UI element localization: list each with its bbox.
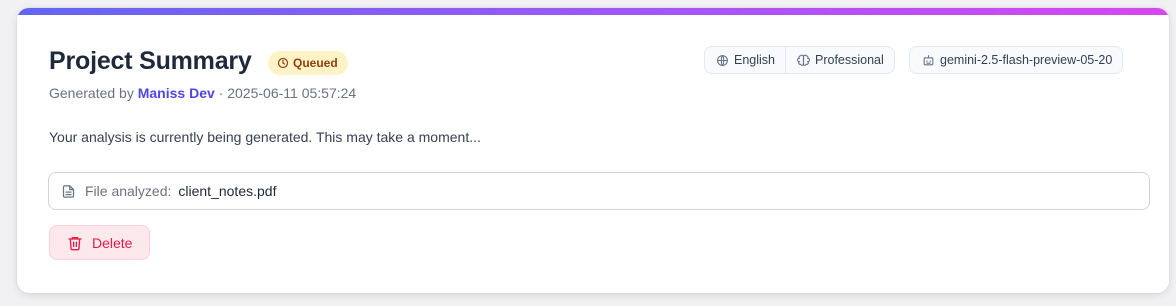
summary-card: Project Summary Queued Generated by Mani… [17, 8, 1169, 293]
globe-icon [717, 54, 728, 66]
language-pill: English [705, 47, 785, 73]
page-title: Project Summary [49, 47, 252, 75]
tone-label: Professional [815, 53, 884, 67]
gradient-top-bar [17, 8, 1169, 15]
settings-pill-group: English Professional [704, 46, 895, 74]
file-name: client_notes.pdf [178, 183, 277, 199]
model-label: gemini-2.5-flash-preview-05-20 [940, 53, 1113, 67]
generated-by-prefix: Generated by [49, 85, 134, 101]
model-pill: gemini-2.5-flash-preview-05-20 [909, 46, 1124, 74]
delete-button[interactable]: Delete [49, 225, 150, 260]
delete-button-label: Delete [92, 234, 133, 251]
meta-separator: · [218, 85, 224, 101]
tone-pill: Professional [785, 47, 894, 73]
generated-by-line: Generated by Maniss Dev · 2025-06-11 05:… [49, 85, 356, 101]
timestamp: 2025-06-11 05:57:24 [227, 85, 357, 101]
brain-icon [797, 54, 810, 66]
file-analyzed-label: File analyzed: [85, 183, 172, 199]
status-badge-label: Queued [293, 56, 338, 70]
bot-icon [923, 54, 934, 65]
file-analyzed-box: File analyzed: client_notes.pdf [48, 172, 1150, 210]
file-text-icon [62, 184, 75, 198]
author-link[interactable]: Maniss Dev [138, 85, 215, 101]
clock-icon [277, 57, 289, 69]
trash-icon [68, 236, 82, 250]
status-message: Your analysis is currently being generat… [49, 129, 481, 145]
status-badge: Queued [268, 51, 348, 75]
language-label: English [734, 53, 775, 67]
